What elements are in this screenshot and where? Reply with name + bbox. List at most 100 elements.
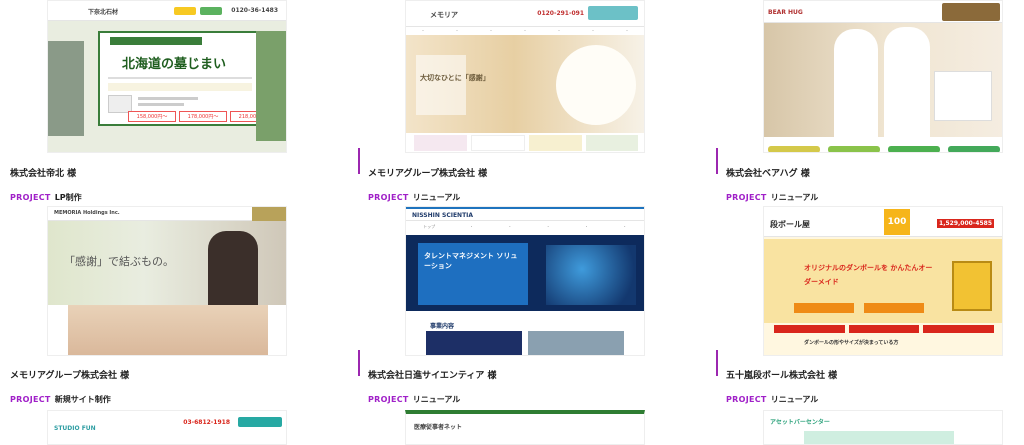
site-screenshot[interactable]: 下奈北石材 0120-36-1483 北海道の墓じまい 158,000円〜 17… <box>47 0 287 153</box>
mini-logo: NISSHIN SCIENTIA <box>412 212 474 219</box>
site-screenshot[interactable]: NISSHIN SCIENTIA トップ・・・・・ タレントマネジメント ソリュ… <box>405 206 645 356</box>
card-meta: メモリアグループ株式会社 様 PROJECT 新規サイト制作 <box>10 368 129 405</box>
mini-cta <box>864 303 924 313</box>
mini-sub-row <box>774 325 995 333</box>
card-divider <box>716 148 718 174</box>
mini-teal-button <box>238 417 282 427</box>
portfolio-card[interactable]: STUDIO FUN 03-6812-1918 <box>0 410 341 445</box>
company-name: メモリアグループ株式会社 様 <box>368 169 488 179</box>
mini-nav: トップ・・・・・ <box>423 224 627 229</box>
mini-logo: STUDIO FUN <box>54 425 96 432</box>
card-meta: 五十嵐段ボール株式会社 様 PROJECT リニューアル <box>726 368 837 405</box>
mini-menu-box <box>934 71 992 121</box>
site-screenshot[interactable]: MEMORIA Holdings Inc. 「感謝」で結ぶもの。 <box>47 206 287 356</box>
mini-logo: アセットバーセンター <box>770 419 830 426</box>
mini-yellow-button <box>174 7 196 15</box>
portfolio-card[interactable]: NISSHIN SCIENTIA トップ・・・・・ タレントマネジメント ソリュ… <box>358 206 699 406</box>
mini-headline: 大切なひとに「感謝」 <box>420 74 490 82</box>
mini-hero: 大切なひとに「感謝」 <box>406 35 644 133</box>
mini-tag <box>110 37 202 45</box>
project-label: PROJECT <box>726 193 767 202</box>
project-line: PROJECT リニューアル <box>368 394 497 405</box>
mini-logo: BEAR HUG <box>768 9 803 16</box>
company-name: 株式会社ベアハグ 様 <box>726 169 810 179</box>
mini-person <box>884 27 930 137</box>
mini-footer-text: ダンボールの形やサイズが決まっている方 <box>804 340 899 346</box>
project-line: PROJECT リニューアル <box>726 192 818 203</box>
mini-section-photo <box>528 331 624 355</box>
site-screenshot[interactable]: メモリア 0120-291-091 ・・・・・・・ 大切なひとに「感謝」 <box>405 0 645 153</box>
site-screenshot[interactable]: アセットバーセンター <box>763 410 1003 445</box>
site-screenshot[interactable]: 段ボール屋 100 1,529,000-4585 オリジナルのダンボールを かん… <box>763 206 1003 356</box>
mini-flowers <box>556 45 636 125</box>
project-type: リニューアル <box>412 395 461 404</box>
project-type: 新規サイト制作 <box>54 395 111 404</box>
mini-rule <box>108 77 252 79</box>
mini-green-button <box>200 7 222 15</box>
card-meta: 株式会社日進サイエンティア 様 PROJECT リニューアル <box>368 368 497 405</box>
company-name: 五十嵐段ボール株式会社 様 <box>726 371 838 381</box>
mini-price: 158,000円〜 <box>128 111 176 122</box>
mini-logo: 下奈北石材 <box>88 9 119 16</box>
project-line: PROJECT LP制作 <box>10 192 82 203</box>
portfolio-card[interactable]: メモリア 0120-291-091 ・・・・・・・ 大切なひとに「感謝」 メモリ… <box>358 0 699 205</box>
mini-person <box>834 29 878 137</box>
project-line: PROJECT 新規サイト制作 <box>10 394 129 405</box>
mini-brown-nav <box>942 3 1000 21</box>
portfolio-card[interactable]: 段ボール屋 100 1,529,000-4585 オリジナルのダンボールを かん… <box>716 206 1024 406</box>
mini-people-photo <box>546 245 636 305</box>
mini-photo <box>68 305 268 355</box>
mini-nav: ・・・・・・・ <box>421 28 629 33</box>
project-type: LP制作 <box>54 193 82 202</box>
site-screenshot[interactable]: 医療従事者ネット <box>405 410 645 445</box>
mini-badge: 100 <box>884 209 910 235</box>
project-label: PROJECT <box>368 395 409 404</box>
mini-logo: 医療従事者ネット <box>414 424 463 431</box>
card-divider <box>716 350 718 376</box>
project-label: PROJECT <box>726 395 767 404</box>
card-divider <box>358 148 360 174</box>
portfolio-card[interactable]: アセットバーセンター <box>716 410 1024 445</box>
mini-header: 下奈北石材 0120-36-1483 <box>48 1 286 21</box>
mini-note <box>108 83 252 91</box>
project-label: PROJECT <box>368 193 409 202</box>
card-meta: 株式会社ベアハグ 様 PROJECT リニューアル <box>726 166 818 203</box>
card-meta: 株式会社帝北 様 PROJECT LP制作 <box>10 166 82 203</box>
project-label: PROJECT <box>10 193 51 202</box>
project-line: PROJECT リニューアル <box>726 394 837 405</box>
mini-box-character <box>952 261 992 311</box>
mini-headline: 北海道の墓じまい <box>122 57 227 72</box>
mini-header: MEMORIA Holdings Inc. <box>48 207 286 221</box>
mini-overlay <box>416 55 466 115</box>
site-screenshot[interactable]: STUDIO FUN 03-6812-1918 <box>47 410 287 445</box>
project-type: リニューアル <box>770 395 819 404</box>
mini-badge-text: 100 <box>887 217 907 227</box>
mini-phone: 03-6812-1918 <box>183 419 230 426</box>
mini-hero: オリジナルのダンボールを かんたんオーダーメイド <box>764 239 1002 323</box>
mini-header: メモリア 0120-291-091 <box>406 1 644 27</box>
mini-header: 段ボール屋 100 1,529,000-4585 <box>764 207 1002 237</box>
site-screenshot[interactable]: BEAR HUG <box>763 0 1003 153</box>
mini-headline: タレントマネジメント ソリューション <box>424 252 518 270</box>
mini-phone: 0120-36-1483 <box>231 7 278 14</box>
mini-headline: オリジナルのダンボールを かんたんオーダーメイド <box>804 264 933 286</box>
portfolio-card[interactable]: BEAR HUG 株式会社ベアハグ 様 PROJECT リニューアル <box>716 0 1024 205</box>
project-line: PROJECT リニューアル <box>368 192 487 203</box>
mini-green-band <box>804 431 954 444</box>
portfolio-card[interactable]: 下奈北石材 0120-36-1483 北海道の墓じまい 158,000円〜 17… <box>0 0 341 205</box>
mini-section-photo <box>426 331 522 355</box>
mini-line <box>138 103 184 106</box>
mini-phone: 0120-291-091 <box>537 10 584 17</box>
mini-header: BEAR HUG <box>764 1 1002 23</box>
mini-teal-button <box>588 6 638 20</box>
mini-hero <box>764 23 1002 137</box>
company-name: メモリアグループ株式会社 様 <box>10 371 130 381</box>
company-name: 株式会社日進サイエンティア 様 <box>368 371 497 381</box>
card-divider <box>358 350 360 376</box>
mini-phone: 1,529,000-4585 <box>937 219 994 228</box>
mini-line <box>138 97 198 100</box>
portfolio-card[interactable]: 医療従事者ネット <box>358 410 699 445</box>
portfolio-card[interactable]: MEMORIA Holdings Inc. 「感謝」で結ぶもの。 メモリアグルー… <box>0 206 341 406</box>
mini-logo: 段ボール屋 <box>770 220 810 229</box>
mini-grave-photo <box>48 41 84 136</box>
